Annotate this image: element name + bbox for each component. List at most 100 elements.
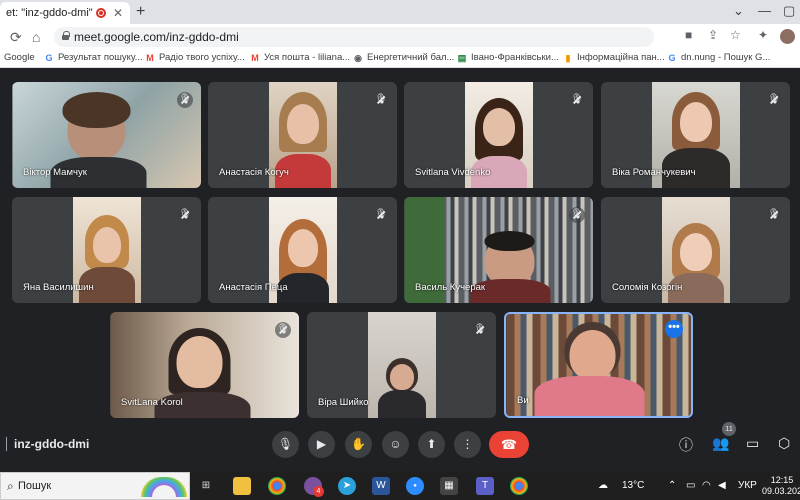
share-icon[interactable]: ⇪ <box>708 28 718 42</box>
bookmark-item[interactable]: Google <box>4 52 35 63</box>
google-icon: G <box>668 53 676 63</box>
clock-date: 09.03.202 <box>762 486 800 496</box>
teams-icon[interactable]: T <box>476 477 494 495</box>
participant-name: Віка Романчукевич <box>612 167 696 178</box>
extensions-icon[interactable]: ✦ <box>758 28 768 42</box>
bookmark-item[interactable]: ▮ Інформаційна пан... <box>563 52 665 63</box>
more-vert-icon[interactable]: ⋮ <box>454 431 481 458</box>
info-icon[interactable]: ⓘ <box>679 435 693 455</box>
raise-hand-icon[interactable]: ✋ <box>345 431 372 458</box>
participant-name: SvitLana Korol <box>121 397 183 408</box>
taskbar: ⌕ Пошук ⊞ 4 ➤ W ● ▦ T ☁ 13°C ⌃ ▭ ◠ ◀ УКР… <box>0 472 800 500</box>
participant-video <box>367 312 436 418</box>
bookmark-icon: ▮ <box>565 53 571 63</box>
participant-tile[interactable]: 🎙 SvitLana Korol <box>110 312 299 418</box>
new-tab-button[interactable]: + <box>136 3 145 21</box>
tab-close-button[interactable]: ✕ <box>113 6 123 20</box>
participant-tile[interactable]: 🎙 Анастасія Пеца <box>208 197 397 303</box>
bookmark-item[interactable]: M Уся пошта - liliana... <box>250 52 350 63</box>
participant-tile[interactable]: 🎙 Віктор Мамчук <box>12 82 201 188</box>
more-options-button[interactable]: ••• <box>665 320 683 338</box>
gmail-icon: M <box>251 53 259 63</box>
chat-icon[interactable]: ▭ <box>746 435 759 452</box>
activities-icon[interactable]: ⬡ <box>778 435 790 452</box>
chevron-down-icon[interactable]: ⌄ <box>733 3 744 19</box>
mic-off-icon: 🎙 <box>177 92 193 108</box>
language-indicator[interactable]: УКР <box>738 480 757 491</box>
mic-off-icon: 🎙 <box>373 207 389 223</box>
url-text: meet.google.com/inz-gddo-dmi <box>74 30 239 44</box>
participant-tile[interactable]: 🎙 Svitlana Vivdenko <box>404 82 593 188</box>
participant-name: Анастасія Пеца <box>219 282 288 293</box>
browser-tab-bar: et: "inz-gddo-dmi" ✕ + ⌄ — ▢ <box>0 0 800 24</box>
leave-call-button[interactable]: ☎ <box>489 431 529 458</box>
notification-badge: 4 <box>313 486 324 497</box>
reload-icon[interactable]: ⟳ <box>10 29 22 46</box>
mic-icon[interactable]: 🎙 <box>272 431 299 458</box>
meet-video-grid: 🎙 Віктор Мамчук 🎙 Анастасія Когуч 🎙 Svit… <box>0 68 800 472</box>
network-icon[interactable]: ▭ <box>686 480 695 491</box>
calculator-icon[interactable]: ▦ <box>440 477 458 495</box>
participant-name: Віра Шийко <box>318 397 369 408</box>
participant-tile[interactable]: 🎙 Василь Кучерак <box>404 197 593 303</box>
bookmark-item[interactable]: ▤ Івано-Франківськи... <box>457 52 559 63</box>
search-icon: ⌕ <box>7 479 14 493</box>
bookmark-item[interactable]: ◉ Енергетичний бал... <box>353 52 454 63</box>
meeting-code: inz-gddo-dmi <box>5 437 90 451</box>
participant-name: Ви <box>517 395 529 406</box>
people-icon[interactable]: 👥 <box>712 435 729 452</box>
camera-icon[interactable]: ■ <box>685 28 692 42</box>
profile-avatar[interactable] <box>780 29 795 44</box>
volume-icon[interactable]: ◀ <box>718 480 726 491</box>
mic-off-icon: 🎙 <box>177 207 193 223</box>
home-icon[interactable]: ⌂ <box>32 29 40 45</box>
chrome-icon[interactable] <box>268 477 286 495</box>
recording-icon <box>96 8 106 18</box>
participant-tile[interactable]: 🎙 Віра Шийко <box>307 312 496 418</box>
chevron-up-icon[interactable]: ⌃ <box>668 480 676 491</box>
participant-tile[interactable]: 🎙 Анастасія Когуч <box>208 82 397 188</box>
participant-count-badge: 11 <box>722 422 736 436</box>
url-field[interactable]: meet.google.com/inz-gddo-dmi <box>54 27 654 47</box>
participant-tile[interactable]: 🎙 Віка Романчукевич <box>601 82 790 188</box>
telegram-icon[interactable]: ➤ <box>338 477 356 495</box>
participant-name: Яна Василишин <box>23 282 94 293</box>
minimize-icon[interactable]: — <box>758 3 771 18</box>
participant-name: Віктор Мамчук <box>23 167 87 178</box>
bookmark-item[interactable]: M Радіо твого успіху... <box>145 52 245 63</box>
clock[interactable]: 12:15 09.03.202 <box>762 475 800 497</box>
mic-off-icon: 🎙 <box>275 322 291 338</box>
document-icon: ▤ <box>457 53 467 63</box>
participant-name: Анастасія Когуч <box>219 167 289 178</box>
address-bar: ⟳ ⌂ meet.google.com/inz-gddo-dmi ■ ⇪ ☆ ✦ <box>0 24 800 50</box>
bookmarks-bar: Google G Результат пошуку... M Радіо твого… <box>0 50 800 68</box>
camera-icon[interactable]: ▶ <box>308 431 335 458</box>
gmail-icon: M <box>146 53 154 63</box>
word-icon[interactable]: W <box>372 477 390 495</box>
chrome-active-icon[interactable] <box>510 477 528 495</box>
weather-text[interactable]: 13°C <box>622 480 644 491</box>
participant-name: Василь Кучерак <box>415 282 486 293</box>
taskbar-search[interactable]: ⌕ Пошук <box>0 472 190 500</box>
file-explorer-icon[interactable] <box>233 477 251 495</box>
self-video <box>506 314 691 416</box>
restore-icon[interactable]: ▢ <box>783 3 795 19</box>
zoom-icon[interactable]: ● <box>406 477 424 495</box>
mic-off-icon: 🎙 <box>569 207 585 223</box>
tab-title: et: "inz-gddo-dmi" <box>6 7 93 19</box>
mic-off-icon: 🎙 <box>472 322 488 338</box>
browser-tab[interactable]: et: "inz-gddo-dmi" ✕ <box>0 2 130 24</box>
participant-tile[interactable]: 🎙 Соломія Козогін <box>601 197 790 303</box>
task-view-icon[interactable]: ⊞ <box>197 477 215 495</box>
participant-tile[interactable]: 🎙 Яна Василишин <box>12 197 201 303</box>
meet-control-bar: inz-gddo-dmi 🎙 ▶ ✋ ☺ ⬆ ⋮ ☎ ⓘ 👥 11 ▭ ⬡ <box>0 422 800 466</box>
weather-icon: ☁ <box>598 480 608 491</box>
bookmark-item[interactable]: G Результат пошуку... <box>44 52 142 63</box>
emoji-icon[interactable]: ☺ <box>382 431 409 458</box>
wifi-icon[interactable]: ◠ <box>702 480 711 491</box>
present-screen-icon[interactable]: ⬆ <box>418 431 445 458</box>
bookmark-item[interactable]: Gdn.nung - Пошук G... <box>667 52 770 63</box>
clock-time: 12:15 <box>770 475 794 485</box>
star-icon[interactable]: ☆ <box>730 28 741 42</box>
self-tile[interactable]: ••• Ви <box>504 312 693 418</box>
